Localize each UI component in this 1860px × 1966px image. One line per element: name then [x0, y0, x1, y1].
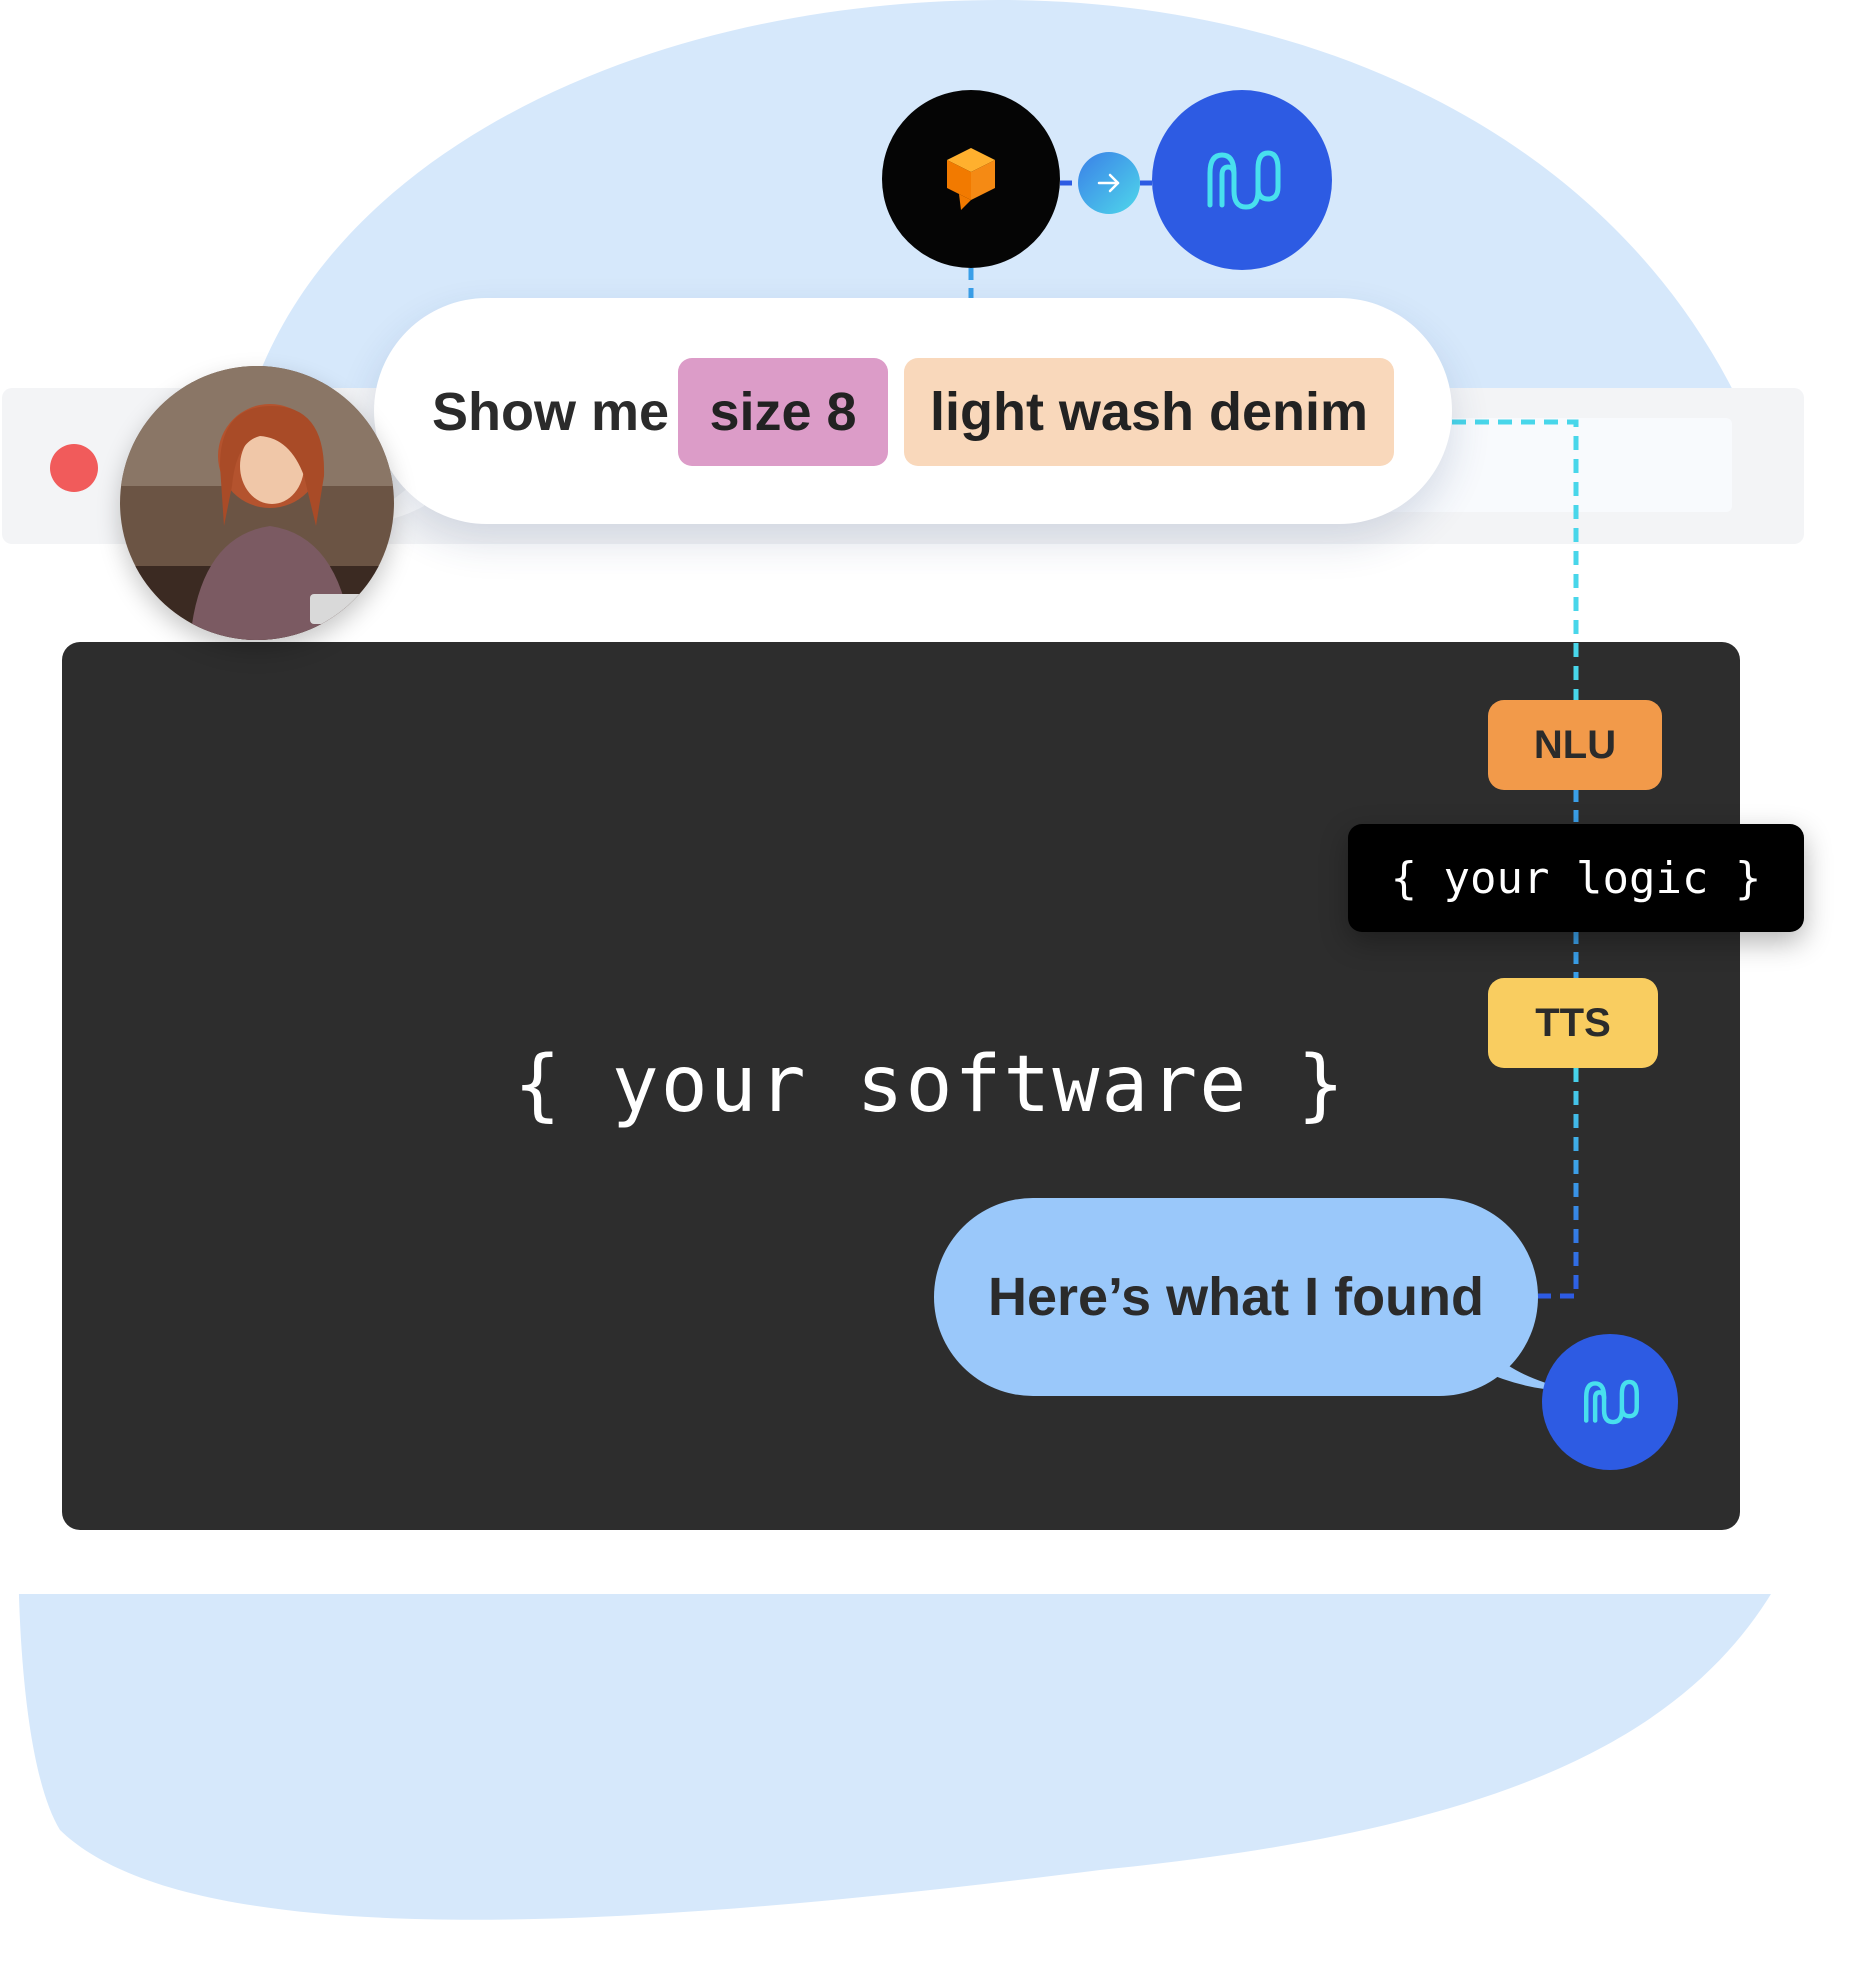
arrow-connector [1078, 152, 1140, 214]
reply-speech-bubble: Here’s what I found [934, 1198, 1538, 1396]
tts-stage: TTS [1488, 978, 1658, 1068]
close-dot-icon[interactable] [50, 444, 98, 492]
utterance-prefix: Show me [432, 382, 670, 442]
brand-node [1152, 90, 1332, 270]
wave-logo-icon [1207, 150, 1281, 210]
assistant-avatar [1542, 1334, 1678, 1470]
orange-cube-speech-icon [947, 148, 995, 210]
voice-source-node [882, 90, 1060, 268]
arrow-right-icon [1097, 173, 1120, 193]
logic-stage: { your logic } [1348, 824, 1804, 932]
entity-chip-denim: light wash denim [904, 358, 1394, 466]
nlu-stage: NLU [1488, 700, 1662, 790]
wave-logo-icon [1583, 1379, 1639, 1425]
entity-chip-size: size 8 [678, 358, 888, 466]
user-avatar-photo [120, 366, 394, 640]
